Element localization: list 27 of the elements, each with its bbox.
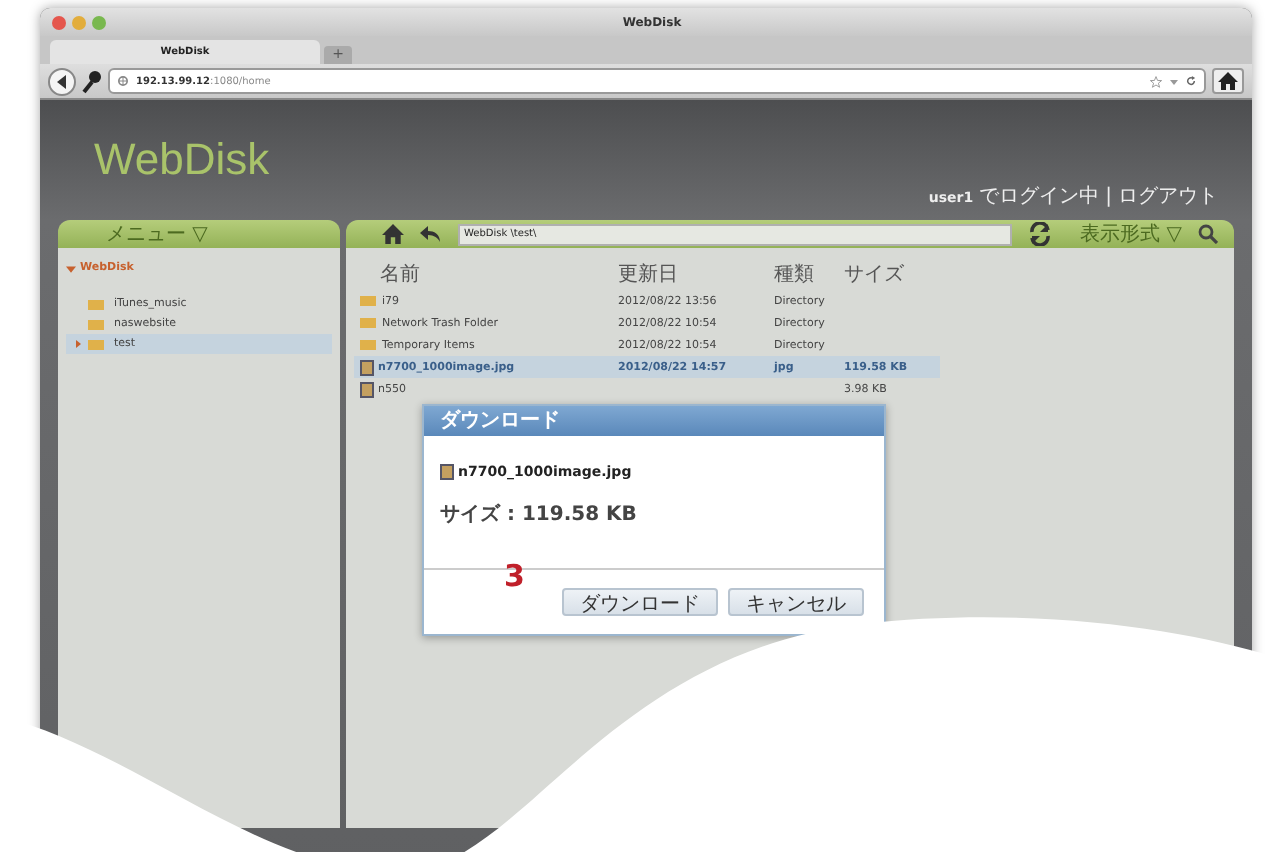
expand-arrow-icon[interactable] (74, 340, 82, 348)
logout-link[interactable]: ログアウト (1118, 182, 1218, 210)
globe-icon (118, 76, 128, 86)
dropdown-icon[interactable] (1170, 77, 1178, 85)
dialog-title: ダウンロード (424, 406, 884, 436)
app-logo: WebDisk (94, 133, 270, 185)
home-icon[interactable] (382, 224, 404, 244)
back-arrow-icon[interactable] (420, 224, 442, 244)
home-button[interactable] (1212, 68, 1244, 94)
column-header[interactable]: サイズ (844, 260, 934, 288)
login-status: でログイン中 (979, 183, 1100, 210)
step-number: 3 (504, 558, 525, 594)
search-icon[interactable] (1198, 224, 1218, 244)
key-icon (82, 69, 102, 93)
dialog-button[interactable]: ダウンロード (562, 588, 718, 616)
column-header[interactable]: 更新日 (618, 260, 774, 288)
separator-text: | (1105, 186, 1112, 208)
expand-arrow-icon[interactable] (66, 263, 76, 273)
reload-icon[interactable] (1186, 76, 1196, 86)
column-header[interactable]: 種類 (774, 260, 844, 288)
dialog-button[interactable]: キャンセル (728, 588, 864, 616)
close-icon[interactable] (52, 15, 66, 29)
refresh-icon[interactable] (1028, 222, 1053, 246)
file-size: サイズ : 119.58 KB (440, 501, 639, 528)
back-icon[interactable] (48, 67, 76, 95)
star-icon[interactable] (1150, 75, 1162, 87)
column-header[interactable]: 名前 (360, 260, 618, 288)
